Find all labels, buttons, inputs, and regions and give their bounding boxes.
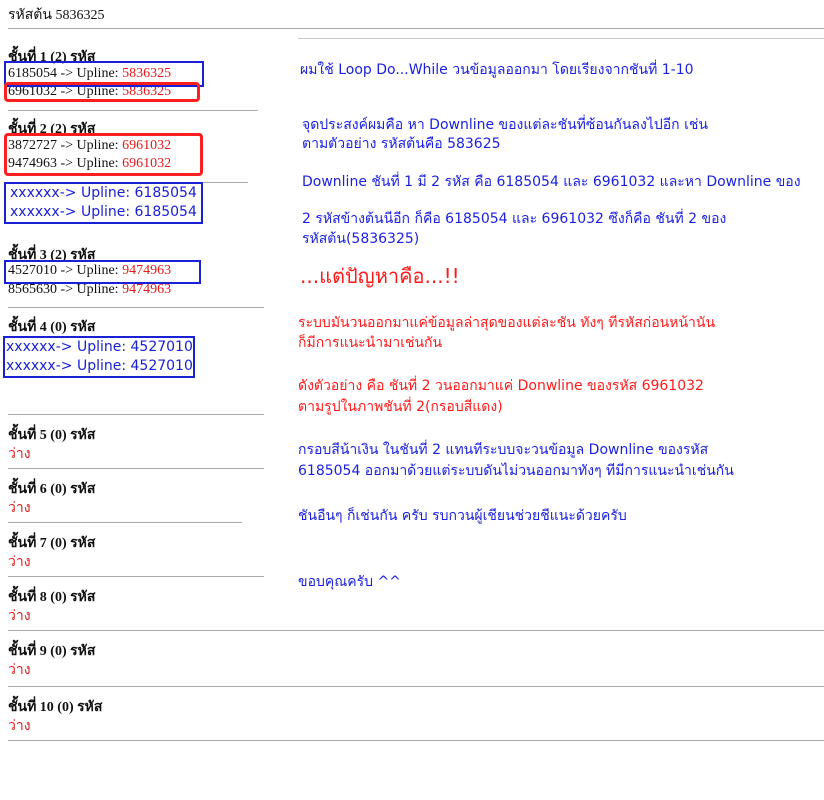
divider	[8, 522, 242, 523]
injected-row: xxxxxx-> Upline: 4527010	[6, 339, 193, 355]
note-paragraph: ระบบมันวนออกมาแค่ข้อมูลล่าสุดของแต่ละชัน…	[298, 315, 716, 331]
note-paragraph: Downline ชันที่ 1 มี 2 รหัส คือ 6185054 …	[302, 174, 801, 190]
injected-row: xxxxxx-> Upline: 6185054	[10, 185, 197, 201]
note-paragraph: ตามตัวอย่าง รหัสต้นคือ 583625	[302, 136, 501, 152]
problem-heading: ...แต่ปัญหาคือ...!!	[300, 264, 460, 288]
divider	[8, 307, 264, 308]
empty-label: ว่าง	[8, 501, 31, 516]
divider	[8, 468, 264, 469]
divider	[8, 110, 258, 111]
note-paragraph: 2 รหัสข้างต้นนีอีก ก็คือ 6185054 และ 696…	[302, 211, 727, 227]
note-paragraph: ก็มีการแนะนำมาเช่นกัน	[298, 335, 443, 351]
root-code-label: รหัสต้น 5836325	[8, 8, 105, 23]
note-paragraph: ผมใช้ Loop Do...While วนข้อมูลออกมา โดยเ…	[300, 62, 694, 78]
divider	[8, 28, 824, 29]
divider	[8, 630, 824, 631]
divider	[8, 686, 824, 687]
level-4-title: ชั้นที่ 4 (0) รหัส	[8, 320, 96, 335]
annotation-red-box	[4, 133, 203, 176]
note-paragraph: กรอบสีน้าเงิน ในชันที่ 2 แทนทีระบบจะวนข้…	[298, 442, 709, 458]
empty-label: ว่าง	[8, 609, 31, 624]
annotation-red-box	[4, 82, 200, 102]
note-paragraph: ตามรูปในภาพชันที่ 2(กรอบสีแดง)	[298, 399, 503, 415]
divider	[8, 740, 824, 741]
note-paragraph: ขอบคุณครับ ^^	[298, 574, 401, 590]
note-paragraph: 6185054 ออกมาด้วยแต่ระบบดันไม่วนออกมาทัง…	[298, 463, 734, 479]
list-item: 8565630 -> Upline: 9474963	[8, 282, 172, 297]
empty-label: ว่าง	[8, 555, 31, 570]
note-paragraph: รหัสต้น(5836325)	[302, 231, 420, 247]
injected-row: xxxxxx-> Upline: 4527010	[6, 358, 193, 374]
note-paragraph: ชันอืนๆ ก็เช่นกัน ครับ รบกวนผู้เชียนช่วย…	[298, 508, 627, 524]
annotation-blue-box	[4, 260, 201, 284]
divider	[8, 414, 264, 415]
note-paragraph: จุดประสงค์ผมคือ หา Downline ของแต่ละชันท…	[302, 117, 708, 133]
divider	[298, 38, 824, 39]
note-paragraph: ดังตัวอย่าง คือ ชันที่ 2 วนออกมาแค่ Donw…	[298, 378, 704, 394]
divider	[8, 576, 264, 577]
injected-row: xxxxxx-> Upline: 6185054	[10, 204, 197, 220]
empty-label: ว่าง	[8, 447, 31, 462]
empty-label: ว่าง	[8, 719, 31, 734]
empty-label: ว่าง	[8, 663, 31, 678]
